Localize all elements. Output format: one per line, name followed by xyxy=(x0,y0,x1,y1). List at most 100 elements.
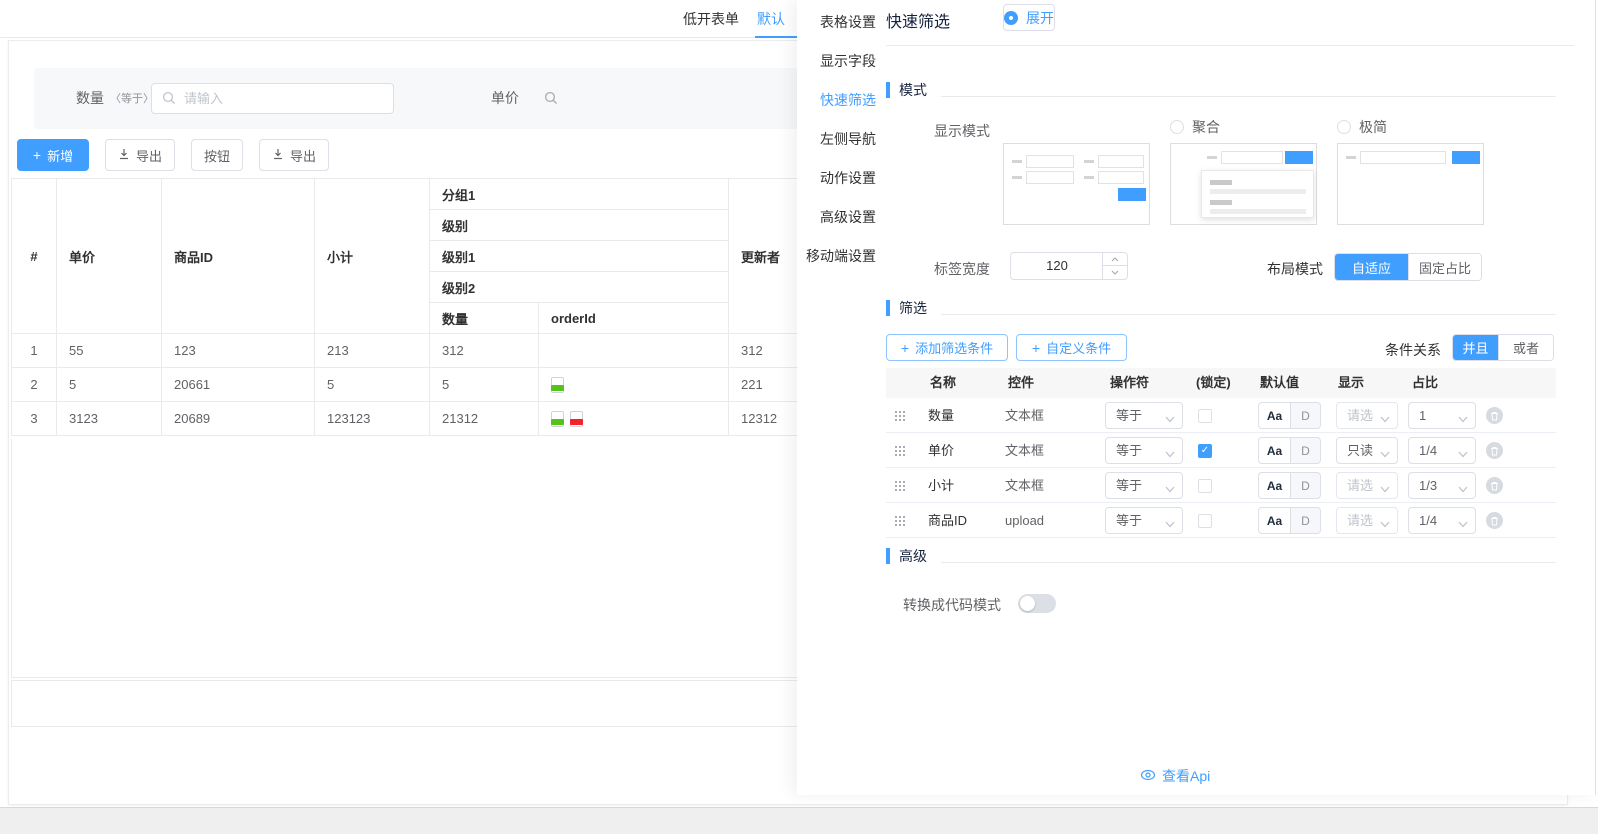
display-select[interactable]: 请选 xyxy=(1336,472,1398,499)
operator-select[interactable]: 等于 xyxy=(1105,507,1183,534)
default-dynamic-option[interactable]: D xyxy=(1291,507,1321,534)
menu-item-left-nav[interactable]: 左侧导航 xyxy=(797,120,886,159)
drawer-content: 快速筛选 模式 显示模式 展开 聚合 极简 xyxy=(886,0,1585,795)
delete-button[interactable] xyxy=(1486,477,1503,494)
thumb-label xyxy=(1346,156,1356,159)
drag-handle-icon[interactable] xyxy=(895,481,897,483)
layout-option-fixed-ratio[interactable]: 固定占比 xyxy=(1408,254,1481,280)
thumb-input xyxy=(1026,171,1074,184)
mode-thumbnail-expand[interactable] xyxy=(1003,143,1150,225)
menu-item-quick-filter[interactable]: 快速筛选 xyxy=(797,81,886,120)
tab-form-low[interactable]: 低开表单 xyxy=(683,0,739,38)
filter-field-name: 小计 xyxy=(928,468,954,503)
default-text-option[interactable]: Aa xyxy=(1258,437,1291,464)
ratio-select[interactable]: 1 xyxy=(1408,402,1476,429)
default-dynamic-option[interactable]: D xyxy=(1291,402,1321,429)
stepper-up-button[interactable] xyxy=(1103,253,1127,266)
ratio-select[interactable]: 1/4 xyxy=(1408,437,1476,464)
lock-checkbox-checked[interactable]: ✓ xyxy=(1198,444,1212,458)
operator-select[interactable]: 等于 xyxy=(1105,472,1183,499)
section-accent-bar xyxy=(886,300,890,316)
tab-default[interactable]: 默认 xyxy=(757,0,785,38)
default-value-control[interactable]: Aa D xyxy=(1258,507,1321,534)
menu-item-table-settings[interactable]: 表格设置 xyxy=(797,3,886,42)
eye-icon xyxy=(1140,768,1156,784)
code-mode-toggle[interactable] xyxy=(1018,594,1056,613)
search-icon[interactable] xyxy=(544,91,558,110)
plus-icon: + xyxy=(901,341,909,355)
cell-quantity: 5 xyxy=(430,368,539,402)
section-rule xyxy=(941,562,1556,563)
layout-option-adaptive[interactable]: 自适应 xyxy=(1335,254,1408,280)
filter-field-name: 数量 xyxy=(928,398,954,433)
lock-checkbox[interactable] xyxy=(1198,409,1212,423)
cell-quantity: 21312 xyxy=(430,402,539,436)
label-width-input[interactable]: 120 xyxy=(1010,252,1128,280)
mode-thumbnail-aggregate[interactable] xyxy=(1170,143,1317,225)
menu-item-action-settings[interactable]: 动作设置 xyxy=(797,159,886,198)
add-filter-condition-button[interactable]: + 添加筛选条件 xyxy=(886,334,1008,361)
operator-select[interactable]: 等于 xyxy=(1105,437,1183,464)
default-text-option[interactable]: Aa xyxy=(1258,402,1291,429)
price-filter-label: 单价 xyxy=(491,68,519,129)
drag-handle-icon[interactable] xyxy=(895,446,897,448)
quantity-filter-input[interactable] xyxy=(184,84,384,113)
cell-price: 5 xyxy=(57,368,162,402)
delete-button[interactable] xyxy=(1486,442,1503,459)
menu-item-advanced-settings[interactable]: 高级设置 xyxy=(797,198,886,237)
drag-handle-icon[interactable] xyxy=(895,516,897,518)
active-tab-underline xyxy=(755,36,797,38)
col-header-level: 级别 xyxy=(430,210,729,241)
default-text-option[interactable]: Aa xyxy=(1258,507,1291,534)
default-value-control[interactable]: Aa D xyxy=(1258,437,1321,464)
stepper-down-button[interactable] xyxy=(1103,266,1127,279)
file-icon-red[interactable] xyxy=(570,411,583,427)
lock-checkbox[interactable] xyxy=(1198,514,1212,528)
menu-item-mobile-settings[interactable]: 移动端设置 xyxy=(797,237,886,276)
default-dynamic-option[interactable]: D xyxy=(1291,437,1321,464)
ratio-select[interactable]: 1/3 xyxy=(1408,472,1476,499)
default-text-option[interactable]: Aa xyxy=(1258,472,1291,499)
default-dynamic-option[interactable]: D xyxy=(1291,472,1321,499)
filter-row-price: 单价 文本框 等于 ✓ Aa D 只读 1/4 xyxy=(886,433,1556,468)
display-select[interactable]: 请选 xyxy=(1336,402,1398,429)
cell-order-id xyxy=(539,368,729,402)
filter-table-header: 名称 控件 操作符 (锁定) 默认值 显示 占比 xyxy=(886,368,1556,398)
export-button-2[interactable]: 导出 xyxy=(259,139,329,171)
custom-condition-button[interactable]: + 自定义条件 xyxy=(1016,334,1127,361)
default-value-control[interactable]: Aa D xyxy=(1258,472,1321,499)
view-api-link[interactable]: 查看Api xyxy=(1140,766,1210,786)
display-mode-label: 显示模式 xyxy=(886,121,990,141)
chevron-down-icon xyxy=(1165,446,1175,461)
radio-mode-expand[interactable]: 展开 xyxy=(1003,4,1055,31)
col-header-price: 单价 xyxy=(57,179,162,334)
radio-mode-minimal[interactable]: 极简 xyxy=(1337,117,1387,137)
operator-select[interactable]: 等于 xyxy=(1105,402,1183,429)
file-icon-green[interactable] xyxy=(551,411,564,427)
cell-price: 55 xyxy=(57,334,162,368)
default-value-control[interactable]: Aa D xyxy=(1258,402,1321,429)
export-button-1[interactable]: 导出 xyxy=(105,139,175,171)
cell-subtotal: 213 xyxy=(315,334,430,368)
filter-row-product-id: 商品ID upload 等于 Aa D 请选 1/4 xyxy=(886,503,1556,538)
file-icon-green[interactable] xyxy=(551,377,564,393)
menu-item-display-fields[interactable]: 显示字段 xyxy=(797,42,886,81)
display-select[interactable]: 只读 xyxy=(1336,437,1398,464)
delete-button[interactable] xyxy=(1486,407,1503,424)
add-button[interactable]: + 新增 xyxy=(17,139,89,171)
relation-option-and[interactable]: 并且 xyxy=(1453,335,1498,360)
delete-button[interactable] xyxy=(1486,512,1503,529)
generic-button[interactable]: 按钮 xyxy=(191,139,243,171)
drag-handle-icon[interactable] xyxy=(895,411,897,413)
download-icon xyxy=(272,148,284,163)
cell-order-id xyxy=(539,402,729,436)
ratio-select[interactable]: 1/4 xyxy=(1408,507,1476,534)
mode-thumbnail-minimal[interactable] xyxy=(1337,143,1484,225)
relation-option-or[interactable]: 或者 xyxy=(1498,335,1553,360)
radio-mode-aggregate[interactable]: 聚合 xyxy=(1170,117,1220,137)
chevron-down-icon xyxy=(1458,446,1468,461)
search-icon xyxy=(162,91,176,110)
lock-checkbox[interactable] xyxy=(1198,479,1212,493)
display-select[interactable]: 请选 xyxy=(1336,507,1398,534)
chevron-down-icon xyxy=(1380,481,1390,496)
